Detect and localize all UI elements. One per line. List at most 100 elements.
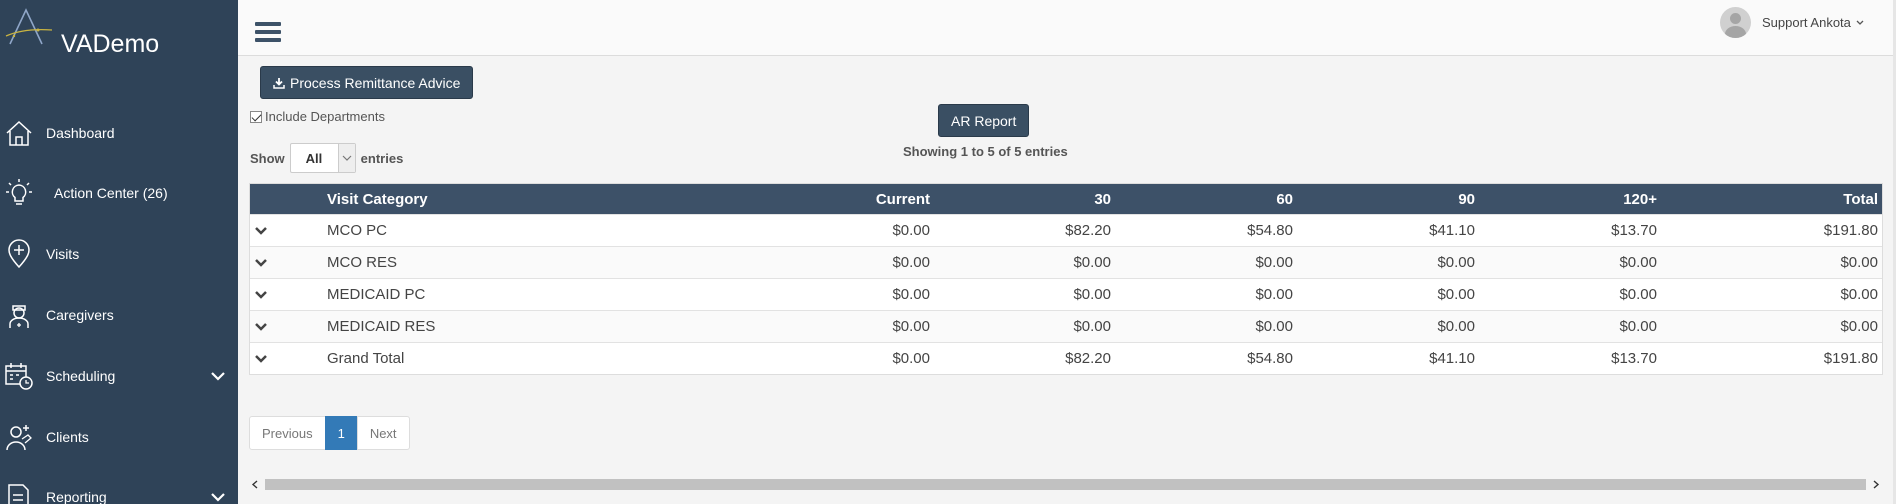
lightbulb-icon [6,179,32,205]
include-departments-checkbox[interactable] [250,110,262,123]
sidebar-item-label: Caregivers [46,307,114,323]
calendar-clock-icon [5,363,33,390]
cell-60: $0.00 [1255,254,1293,271]
table-row-grand-total: Grand Total $0.00 $82.20 $54.80 $41.10 $… [250,342,1882,374]
cell-current: $0.00 [892,286,930,303]
scrollbar-thumb[interactable] [265,479,1866,490]
sidebar-item-scheduling[interactable]: Scheduling [0,351,238,401]
user-menu[interactable]: Support Ankota [1720,7,1865,38]
table-info: Showing 1 to 5 of 5 entries [903,144,1068,159]
cell-30: $0.00 [1073,318,1111,335]
sidebar-item-visits[interactable]: Visits [0,229,238,279]
entries-label: entries [360,150,404,166]
cell-120-plus: $0.00 [1619,254,1657,271]
table-row: MCO PC $0.00 $82.20 $54.80 $41.10 $13.70… [250,214,1882,246]
table-header: Visit Category Current 30 60 90 120+ Tot… [250,184,1882,214]
previous-page-button[interactable]: Previous [249,416,326,450]
sidebar-item-caregivers[interactable]: Caregivers [0,290,238,340]
cell-120-plus: $13.70 [1611,350,1657,367]
cell-90: $41.10 [1429,350,1475,367]
column-header-120-plus[interactable]: 120+ [1485,184,1657,214]
include-departments: Include Departments [250,109,385,124]
sidebar-item-dashboard[interactable]: Dashboard [0,108,238,158]
entries-length: Show All entries [250,143,403,173]
ar-report-button[interactable]: AR Report [938,104,1030,137]
cell-90: $0.00 [1437,318,1475,335]
main-content: Support Ankota Process Remittance Advice… [238,0,1896,504]
column-header-current[interactable]: Current [640,184,930,214]
table-row: MCO RES $0.00 $0.00 $0.00 $0.00 $0.00 $0… [250,246,1882,278]
table-row: MEDICAID PC $0.00 $0.00 $0.00 $0.00 $0.0… [250,278,1882,310]
cell-30: $82.20 [1065,222,1111,239]
sidebar-item-reporting[interactable]: Reporting [0,472,238,504]
page-button-1[interactable]: 1 [324,416,358,450]
sidebar-item-clients[interactable]: Clients [0,412,238,462]
show-label: Show [250,150,285,166]
cell-90: $0.00 [1437,286,1475,303]
chevron-down-icon [342,155,352,161]
column-header-60[interactable]: 60 [1121,184,1293,214]
include-departments-label: Include Departments [265,109,385,124]
sidebar: VADemo Dashboard Action Center (26) Visi… [0,0,238,504]
cell-current: $0.00 [892,318,930,335]
cell-120-plus: $13.70 [1611,222,1657,239]
sidebar-item-label: Clients [46,429,89,445]
cell-30: $82.20 [1065,350,1111,367]
cell-total: $191.80 [1823,350,1878,367]
scroll-left-icon[interactable] [249,476,261,493]
process-remittance-button[interactable]: Process Remittance Advice [260,66,474,99]
expand-row-icon[interactable] [254,320,268,334]
cell-total: $0.00 [1840,286,1878,303]
cell-total: $0.00 [1840,254,1878,271]
download-icon [273,77,285,89]
top-bar: Support Ankota [238,0,1896,56]
chevron-down-icon[interactable] [210,368,226,384]
cell-120-plus: $0.00 [1619,318,1657,335]
expand-row-icon[interactable] [254,256,268,270]
cell-60: $54.80 [1247,350,1293,367]
map-pin-plus-icon [8,239,30,269]
sidebar-item-label: Scheduling [46,368,116,384]
client-care-icon [6,425,32,451]
cell-current: $0.00 [892,222,930,239]
column-header-30[interactable]: 30 [940,184,1111,214]
scroll-right-icon[interactable] [1870,476,1882,493]
cell-90: $41.10 [1429,222,1475,239]
cell-total: $191.80 [1823,222,1878,239]
column-header-total[interactable]: Total [1667,184,1878,214]
cell-current: $0.00 [892,350,930,367]
cell-visit-category: Grand Total [327,350,405,367]
expand-row-icon[interactable] [254,352,268,366]
cell-visit-category: MEDICAID RES [327,318,436,335]
entries-select-value: All [305,151,323,166]
next-page-button[interactable]: Next [356,416,410,450]
avatar [1720,7,1751,38]
column-header-visit-category[interactable]: Visit Category [327,184,428,214]
pagination: Previous 1 Next [249,416,410,450]
cell-60: $0.00 [1255,318,1293,335]
sidebar-item-label: Dashboard [46,125,115,141]
expand-row-icon[interactable] [254,288,268,302]
cell-60: $54.80 [1247,222,1293,239]
sidebar-item-action-center[interactable]: Action Center (26) [0,168,238,218]
chevron-down-icon [1856,20,1864,25]
entries-select[interactable]: All [289,143,356,173]
cell-90: $0.00 [1437,254,1475,271]
cell-120-plus: $0.00 [1619,286,1657,303]
column-header-90[interactable]: 90 [1303,184,1475,214]
sidebar-item-label: Reporting [46,489,107,504]
table-row: MEDICAID RES $0.00 $0.00 $0.00 $0.00 $0.… [250,310,1882,342]
horizontal-scrollbar[interactable] [249,476,1882,493]
cell-visit-category: MEDICAID PC [327,286,426,303]
expand-row-icon[interactable] [254,224,268,238]
chevron-down-icon[interactable] [210,489,226,504]
cell-current: $0.00 [892,254,930,271]
process-remittance-label: Process Remittance Advice [290,74,461,91]
user-name: Support Ankota [1762,15,1851,30]
menu-toggle-icon[interactable] [255,22,281,44]
brand[interactable]: VADemo [0,0,238,90]
home-icon [6,120,32,146]
cell-visit-category: MCO PC [327,222,387,239]
report-icon [8,484,29,504]
sidebar-item-label: Action Center (26) [54,185,168,201]
